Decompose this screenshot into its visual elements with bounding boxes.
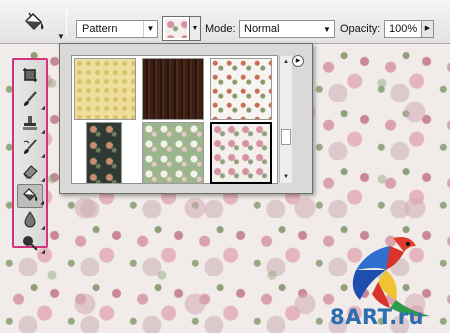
eraser-icon	[21, 162, 39, 183]
pattern-tile-dark-floral[interactable]	[86, 122, 122, 184]
dodge-icon	[21, 234, 39, 255]
chevron-down-icon: ▼	[143, 21, 157, 37]
chevron-down-icon: ◢	[41, 249, 45, 255]
scroll-thumb[interactable]	[281, 129, 291, 145]
clone-stamp-tool[interactable]: ◢	[17, 112, 45, 136]
chevron-down-icon: ◢	[41, 225, 45, 231]
chevron-down-icon: ◢	[41, 129, 45, 135]
watermark-text: 8ART.ru	[330, 305, 425, 329]
pattern-swatch[interactable]	[162, 16, 190, 41]
eraser-tool[interactable]: ◢	[17, 160, 45, 184]
mode-label: Mode:	[205, 23, 236, 35]
fill-source-value: Pattern	[82, 23, 118, 35]
opacity-input[interactable]: 100%	[384, 20, 422, 38]
tools-panel: ◢ ◢ ◢ ◢ ◢ ◢ ◢	[12, 58, 48, 255]
blur-icon	[21, 210, 39, 231]
scroll-down-icon[interactable]: ▼	[280, 171, 292, 183]
pattern-tile-dark-wood[interactable]	[142, 58, 204, 120]
tool-preset-picker[interactable]: ▼	[22, 10, 65, 41]
crop-tool[interactable]	[17, 64, 43, 88]
chevron-down-icon: ◢	[41, 105, 45, 111]
clone-stamp-icon	[21, 114, 39, 135]
mode-select[interactable]: Normal ▼	[239, 20, 335, 38]
pattern-scrollbar[interactable]: ▲ ▼	[279, 56, 292, 183]
paint-bucket-tool[interactable]: ◢	[17, 184, 44, 208]
chevron-down-icon: ◢	[41, 177, 45, 183]
history-brush-icon	[21, 138, 39, 159]
divider	[66, 8, 67, 36]
brush-tool[interactable]: ◢	[17, 88, 45, 112]
blur-tool[interactable]: ◢	[17, 208, 45, 232]
pattern-tile-green-floral[interactable]	[142, 122, 204, 184]
pattern-tile-rose-floral[interactable]	[210, 122, 272, 184]
opacity-slider-toggle[interactable]: ▶	[422, 20, 434, 38]
pattern-tile-yellow-damask[interactable]	[74, 58, 136, 120]
scroll-up-icon[interactable]: ▲	[280, 56, 292, 68]
dodge-tool[interactable]: ◢	[17, 232, 45, 256]
mode-value: Normal	[244, 23, 280, 35]
chevron-down-icon: ▼	[323, 24, 331, 34]
brush-icon	[21, 90, 39, 111]
pattern-picker-panel: ▲ ▼ ▶	[59, 43, 313, 194]
picker-menu-button[interactable]: ▶	[292, 55, 304, 67]
paint-bucket-icon	[21, 186, 39, 207]
history-brush-tool[interactable]: ◢	[17, 136, 45, 160]
pattern-tile-white-floral[interactable]	[210, 58, 272, 120]
options-bar: ▼ Pattern ▼ ▼ Mode: Normal ▼ Opacity: 10…	[0, 0, 450, 44]
chevron-down-icon: ◢	[40, 200, 44, 206]
pattern-grid: ▲ ▼	[71, 55, 292, 184]
crop-icon	[21, 66, 39, 87]
chevron-down-icon[interactable]: ▼	[57, 32, 65, 41]
fill-source-select[interactable]: Pattern ▼	[76, 20, 158, 38]
pattern-preview	[165, 19, 187, 38]
paint-bucket-icon	[22, 11, 46, 36]
pattern-picker-toggle[interactable]: ▼	[190, 16, 201, 41]
opacity-label: Opacity:	[340, 23, 381, 35]
chevron-down-icon: ◢	[41, 153, 45, 159]
